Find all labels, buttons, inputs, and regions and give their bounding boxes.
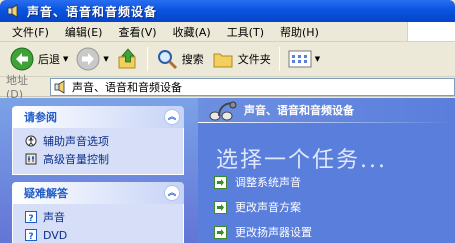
address-value: 声音、语音和音频设备 [72,81,182,94]
speaker-icon [54,80,65,94]
troubleshoot-title: 疑难解答 [24,187,68,200]
task-arrow-icon [214,200,227,214]
troubleshoot-panel: 疑难解答 ︽ ? 声音 ? DVD [12,182,184,243]
menu-bar: 文件(F) 编辑(E) 查看(V) 收藏(A) 工具(T) 帮助(H) [0,22,455,42]
task-label: 更改声音方案 [235,201,301,214]
see-also-item-label: 高级音量控制 [43,153,109,166]
see-also-header[interactable]: 请参阅 ︽ [12,106,184,128]
see-also-body: 辅助声音选项 高级音量控制 [12,128,184,175]
troubleshoot-item-sound[interactable]: ? 声音 [25,208,177,226]
up-folder-button[interactable] [113,45,143,73]
pick-task-heading: 选择一个任务... [216,148,387,173]
svg-text:?: ? [28,232,33,241]
menu-help[interactable]: 帮助(H) [272,24,327,40]
views-icon [288,50,312,68]
see-also-title: 请参阅 [24,111,57,124]
help-icon: ? [25,229,37,241]
search-icon [157,50,177,70]
see-also-item-label: 辅助声音选项 [43,135,109,148]
collapse-chevron-icon[interactable]: ︽ [164,109,180,125]
views-button[interactable]: ▼ [284,45,324,73]
back-dropdown-icon[interactable]: ▼ [63,55,68,63]
folders-label: 文件夹 [237,53,271,66]
menu-view[interactable]: 查看(V) [110,24,164,40]
title-bar: 声音、语音和音频设备 [0,0,455,22]
accessibility-icon [25,135,37,147]
back-arrow-icon [10,47,34,71]
menu-tools[interactable]: 工具(T) [219,24,272,40]
volume-control-icon [25,153,37,165]
window-title: 声音、语音和音频设备 [27,4,158,19]
address-label: 地址(D) [6,74,28,101]
svg-text:?: ? [28,214,33,223]
header-divider [198,122,455,123]
folders-button[interactable]: 文件夹 [208,45,275,73]
task-arrow-icon [214,225,227,239]
task-change-speaker-settings[interactable]: 更改扬声器设置 [214,224,312,240]
back-label: 后退 [38,53,60,66]
up-folder-icon [118,48,136,69]
category-header: 声音、语音和音频设备 [198,98,455,122]
main-content: 声音、语音和音频设备 选择一个任务... 调整系统声音 更改声音方案 更改扬声器… [198,98,455,243]
task-label: 更改扬声器设置 [235,226,312,239]
toolbar-separator [146,47,148,71]
views-dropdown-icon[interactable]: ▼ [315,55,320,63]
toolbar: 后退 ▼ ▼ 搜索 文件夹 ▼ [0,42,455,77]
task-pane: 请参阅 ︽ 辅助声音选项 高级音量控制 疑难解答 ︽ ? 声音 ? DVD [0,98,198,243]
see-also-item-accessibility-sound[interactable]: 辅助声音选项 [25,132,177,150]
back-button[interactable]: 后退 ▼ [6,45,72,73]
see-also-item-advanced-volume[interactable]: 高级音量控制 [25,150,177,168]
collapse-chevron-icon[interactable]: ︽ [164,185,180,201]
menu-favorites[interactable]: 收藏(A) [165,24,219,40]
forward-arrow-icon [76,47,100,71]
address-input[interactable]: 声音、语音和音频设备 [50,78,455,96]
task-arrow-icon [214,175,227,189]
forward-dropdown-icon[interactable]: ▼ [103,55,108,63]
troubleshoot-header[interactable]: 疑难解答 ︽ [12,182,184,204]
troubleshoot-item-label: DVD [43,228,68,242]
menu-edit[interactable]: 编辑(E) [57,24,111,40]
troubleshoot-item-label: 声音 [43,211,65,224]
task-adjust-system-sounds[interactable]: 调整系统声音 [214,174,301,190]
search-button[interactable]: 搜索 [152,45,208,73]
sound-category-icon [209,101,237,121]
forward-button[interactable]: ▼ [72,45,112,73]
folder-icon [213,53,233,68]
troubleshoot-item-dvd[interactable]: ? DVD [25,226,177,243]
category-title: 声音、语音和音频设备 [244,104,354,117]
help-icon: ? [25,211,37,223]
task-label: 调整系统声音 [235,176,301,189]
task-change-sound-scheme[interactable]: 更改声音方案 [214,199,301,215]
search-label: 搜索 [181,53,204,66]
troubleshoot-body: ? 声音 ? DVD [12,204,184,243]
menu-bar-logo-area [407,22,455,41]
toolbar-separator [278,47,280,71]
menu-file[interactable]: 文件(F) [4,24,57,40]
see-also-panel: 请参阅 ︽ 辅助声音选项 高级音量控制 [12,106,184,175]
speaker-icon [7,4,18,18]
address-bar: 地址(D) 声音、语音和音频设备 [0,74,455,101]
